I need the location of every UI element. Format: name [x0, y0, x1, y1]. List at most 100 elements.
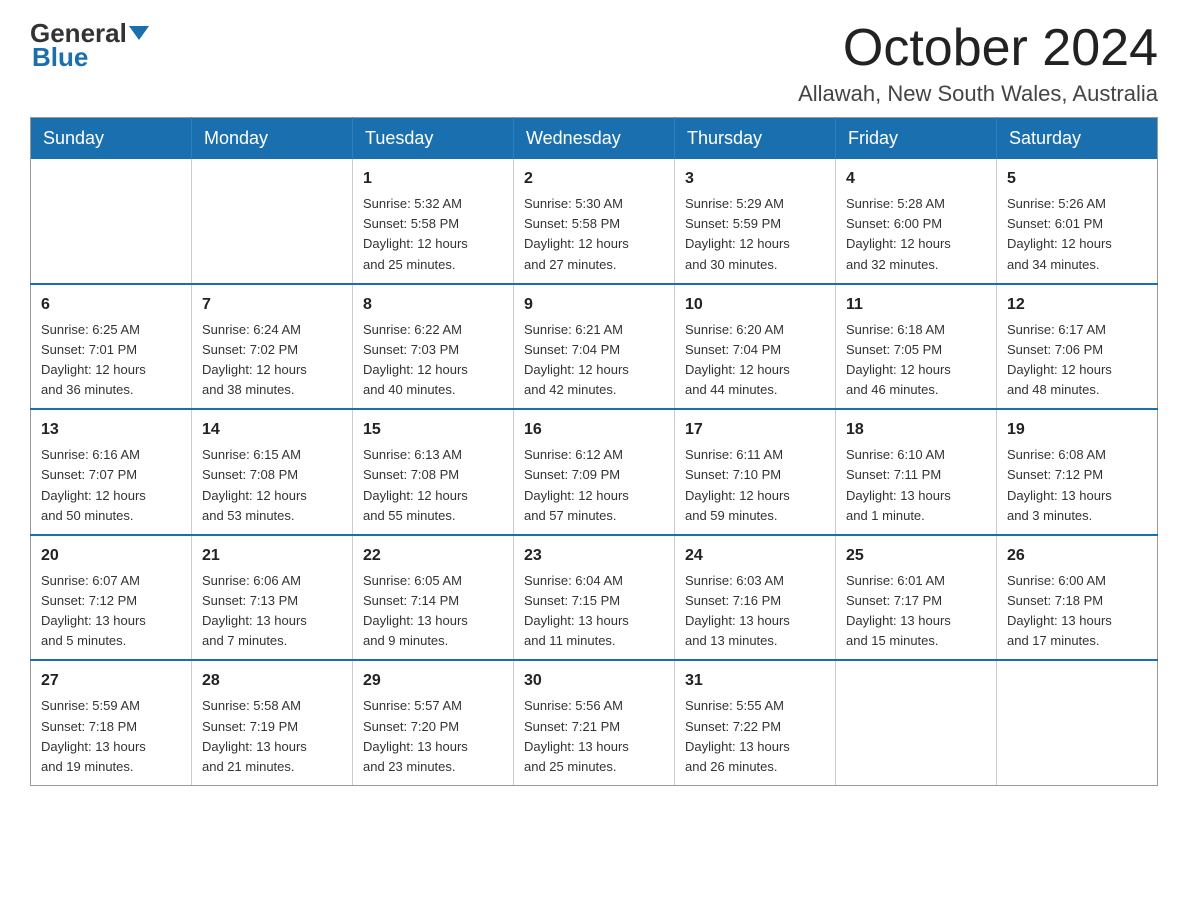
- day-info: Sunrise: 6:00 AM Sunset: 7:18 PM Dayligh…: [1007, 571, 1147, 652]
- weekday-header: Thursday: [675, 118, 836, 160]
- day-info: Sunrise: 5:28 AM Sunset: 6:00 PM Dayligh…: [846, 194, 986, 275]
- day-number: 19: [1007, 418, 1147, 442]
- calendar-day-cell: 18 Sunrise: 6:10 AM Sunset: 7:11 PM Dayli…: [836, 409, 997, 535]
- day-number: 14: [202, 418, 342, 442]
- day-number: 17: [685, 418, 825, 442]
- day-info: Sunrise: 6:01 AM Sunset: 7:17 PM Dayligh…: [846, 571, 986, 652]
- day-number: 16: [524, 418, 664, 442]
- day-info: Sunrise: 5:29 AM Sunset: 5:59 PM Dayligh…: [685, 194, 825, 275]
- calendar-day-cell: 17Sunrise: 6:11 AM Sunset: 7:10 PM Dayli…: [675, 409, 836, 535]
- calendar-day-cell: 31 Sunrise: 5:55 AM Sunset: 7:22 PM Dayli…: [675, 660, 836, 785]
- day-number: 18: [846, 418, 986, 442]
- calendar-day-cell: 1Sunrise: 5:32 AM Sunset: 5:58 PM Daylig…: [353, 159, 514, 284]
- calendar-day-cell: 6 Sunrise: 6:25 AM Sunset: 7:01 PM Daylig…: [31, 284, 192, 410]
- calendar-body: 1Sunrise: 5:32 AM Sunset: 5:58 PM Daylig…: [31, 159, 1158, 785]
- day-info: Sunrise: 6:12 AM Sunset: 7:09 PM Dayligh…: [524, 445, 664, 526]
- calendar-day-cell: 8 Sunrise: 6:22 AM Sunset: 7:03 PM Daylig…: [353, 284, 514, 410]
- calendar-day-cell: 24 Sunrise: 6:03 AM Sunset: 7:16 PM Dayli…: [675, 535, 836, 661]
- day-info: Sunrise: 6:04 AM Sunset: 7:15 PM Dayligh…: [524, 571, 664, 652]
- calendar-day-cell: 26Sunrise: 6:00 AM Sunset: 7:18 PM Dayli…: [997, 535, 1158, 661]
- day-number: 25: [846, 544, 986, 568]
- calendar-day-cell: 15Sunrise: 6:13 AM Sunset: 7:08 PM Dayli…: [353, 409, 514, 535]
- calendar-week-row: 6 Sunrise: 6:25 AM Sunset: 7:01 PM Daylig…: [31, 284, 1158, 410]
- calendar-week-row: 20 Sunrise: 6:07 AM Sunset: 7:12 PM Dayli…: [31, 535, 1158, 661]
- day-info: Sunrise: 5:26 AM Sunset: 6:01 PM Dayligh…: [1007, 194, 1147, 275]
- calendar-header-row: SundayMondayTuesdayWednesdayThursdayFrid…: [31, 118, 1158, 160]
- day-info: Sunrise: 6:21 AM Sunset: 7:04 PM Dayligh…: [524, 320, 664, 401]
- calendar-day-cell: 23 Sunrise: 6:04 AM Sunset: 7:15 PM Dayli…: [514, 535, 675, 661]
- weekday-header: Friday: [836, 118, 997, 160]
- day-number: 4: [846, 167, 986, 191]
- day-number: 12: [1007, 293, 1147, 317]
- logo-part2: Blue: [32, 42, 88, 73]
- calendar-day-cell: 25 Sunrise: 6:01 AM Sunset: 7:17 PM Dayli…: [836, 535, 997, 661]
- day-number: 11: [846, 293, 986, 317]
- day-number: 23: [524, 544, 664, 568]
- calendar-day-cell: [192, 159, 353, 284]
- day-info: Sunrise: 5:30 AM Sunset: 5:58 PM Dayligh…: [524, 194, 664, 275]
- logo: General Blue: [30, 20, 149, 73]
- calendar-day-cell: 27 Sunrise: 5:59 AM Sunset: 7:18 PM Dayli…: [31, 660, 192, 785]
- calendar-day-cell: 5 Sunrise: 5:26 AM Sunset: 6:01 PM Daylig…: [997, 159, 1158, 284]
- day-number: 31: [685, 669, 825, 693]
- day-info: Sunrise: 5:59 AM Sunset: 7:18 PM Dayligh…: [41, 696, 181, 777]
- day-number: 30: [524, 669, 664, 693]
- calendar-day-cell: 21 Sunrise: 6:06 AM Sunset: 7:13 PM Dayli…: [192, 535, 353, 661]
- month-title: October 2024: [798, 20, 1158, 77]
- title-area: October 2024 Allawah, New South Wales, A…: [798, 20, 1158, 107]
- day-info: Sunrise: 6:20 AM Sunset: 7:04 PM Dayligh…: [685, 320, 825, 401]
- day-info: Sunrise: 6:25 AM Sunset: 7:01 PM Dayligh…: [41, 320, 181, 401]
- calendar-day-cell: 7Sunrise: 6:24 AM Sunset: 7:02 PM Daylig…: [192, 284, 353, 410]
- day-info: Sunrise: 6:08 AM Sunset: 7:12 PM Dayligh…: [1007, 445, 1147, 526]
- calendar-day-cell: 2 Sunrise: 5:30 AM Sunset: 5:58 PM Daylig…: [514, 159, 675, 284]
- weekday-header: Wednesday: [514, 118, 675, 160]
- calendar-day-cell: [836, 660, 997, 785]
- day-number: 29: [363, 669, 503, 693]
- logo-arrow-icon: [129, 26, 149, 40]
- day-info: Sunrise: 6:17 AM Sunset: 7:06 PM Dayligh…: [1007, 320, 1147, 401]
- day-number: 21: [202, 544, 342, 568]
- calendar-day-cell: 22Sunrise: 6:05 AM Sunset: 7:14 PM Dayli…: [353, 535, 514, 661]
- day-info: Sunrise: 5:55 AM Sunset: 7:22 PM Dayligh…: [685, 696, 825, 777]
- day-info: Sunrise: 6:05 AM Sunset: 7:14 PM Dayligh…: [363, 571, 503, 652]
- day-number: 2: [524, 167, 664, 191]
- day-info: Sunrise: 6:06 AM Sunset: 7:13 PM Dayligh…: [202, 571, 342, 652]
- calendar-day-cell: 29Sunrise: 5:57 AM Sunset: 7:20 PM Dayli…: [353, 660, 514, 785]
- day-info: Sunrise: 5:56 AM Sunset: 7:21 PM Dayligh…: [524, 696, 664, 777]
- day-number: 24: [685, 544, 825, 568]
- day-info: Sunrise: 6:10 AM Sunset: 7:11 PM Dayligh…: [846, 445, 986, 526]
- day-number: 6: [41, 293, 181, 317]
- calendar-day-cell: 20 Sunrise: 6:07 AM Sunset: 7:12 PM Dayli…: [31, 535, 192, 661]
- day-info: Sunrise: 5:58 AM Sunset: 7:19 PM Dayligh…: [202, 696, 342, 777]
- day-number: 5: [1007, 167, 1147, 191]
- day-info: Sunrise: 6:07 AM Sunset: 7:12 PM Dayligh…: [41, 571, 181, 652]
- day-info: Sunrise: 6:18 AM Sunset: 7:05 PM Dayligh…: [846, 320, 986, 401]
- day-number: 8: [363, 293, 503, 317]
- day-number: 27: [41, 669, 181, 693]
- calendar-week-row: 1Sunrise: 5:32 AM Sunset: 5:58 PM Daylig…: [31, 159, 1158, 284]
- weekday-header: Monday: [192, 118, 353, 160]
- day-number: 28: [202, 669, 342, 693]
- location-title: Allawah, New South Wales, Australia: [798, 81, 1158, 107]
- calendar-table: SundayMondayTuesdayWednesdayThursdayFrid…: [30, 117, 1158, 786]
- calendar-day-cell: 3 Sunrise: 5:29 AM Sunset: 5:59 PM Daylig…: [675, 159, 836, 284]
- day-info: Sunrise: 6:15 AM Sunset: 7:08 PM Dayligh…: [202, 445, 342, 526]
- calendar-day-cell: [997, 660, 1158, 785]
- day-info: Sunrise: 6:22 AM Sunset: 7:03 PM Dayligh…: [363, 320, 503, 401]
- weekday-header: Saturday: [997, 118, 1158, 160]
- day-info: Sunrise: 6:16 AM Sunset: 7:07 PM Dayligh…: [41, 445, 181, 526]
- calendar-day-cell: 11 Sunrise: 6:18 AM Sunset: 7:05 PM Dayli…: [836, 284, 997, 410]
- day-info: Sunrise: 6:24 AM Sunset: 7:02 PM Dayligh…: [202, 320, 342, 401]
- calendar-week-row: 27 Sunrise: 5:59 AM Sunset: 7:18 PM Dayli…: [31, 660, 1158, 785]
- calendar-day-cell: 16 Sunrise: 6:12 AM Sunset: 7:09 PM Dayli…: [514, 409, 675, 535]
- day-info: Sunrise: 5:32 AM Sunset: 5:58 PM Dayligh…: [363, 194, 503, 275]
- calendar-day-cell: 4 Sunrise: 5:28 AM Sunset: 6:00 PM Daylig…: [836, 159, 997, 284]
- day-info: Sunrise: 6:03 AM Sunset: 7:16 PM Dayligh…: [685, 571, 825, 652]
- day-number: 3: [685, 167, 825, 191]
- calendar-day-cell: 19 Sunrise: 6:08 AM Sunset: 7:12 PM Dayli…: [997, 409, 1158, 535]
- day-number: 15: [363, 418, 503, 442]
- day-number: 10: [685, 293, 825, 317]
- calendar-day-cell: 30 Sunrise: 5:56 AM Sunset: 7:21 PM Dayli…: [514, 660, 675, 785]
- page-header: General Blue October 2024 Allawah, New S…: [30, 20, 1158, 107]
- day-number: 20: [41, 544, 181, 568]
